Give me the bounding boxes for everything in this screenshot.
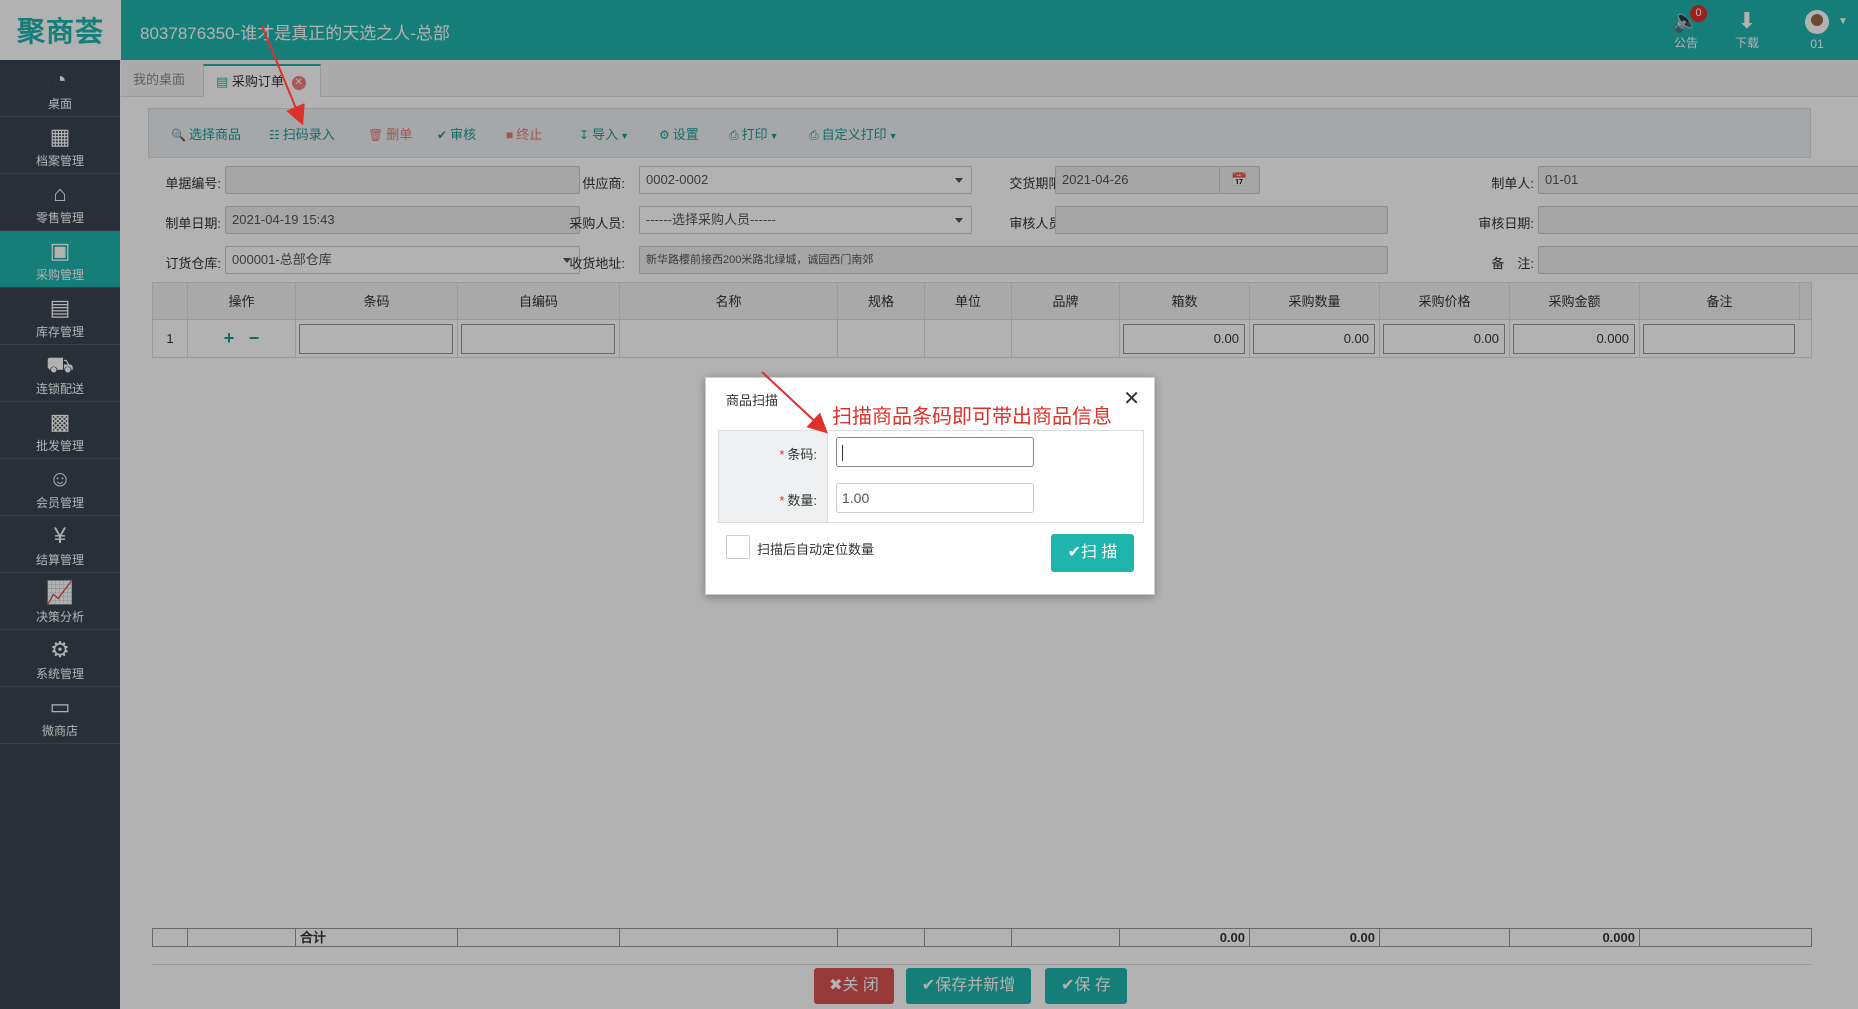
required-mark: * xyxy=(779,493,785,508)
auto-locate-label: 扫描后自动定位数量 xyxy=(757,542,875,557)
scan-button[interactable]: ✔扫 描 xyxy=(1051,534,1134,572)
scan-barcode-input[interactable] xyxy=(836,437,1034,467)
dialog-title: 商品扫描 xyxy=(726,393,779,408)
dialog-form: * 条码: * 数量: 1.00 xyxy=(718,430,1144,523)
close-icon[interactable]: ✕ xyxy=(1123,386,1140,411)
qty-label: * 数量: xyxy=(719,490,817,509)
label-text: 数量: xyxy=(787,493,817,508)
auto-locate-checkbox[interactable] xyxy=(726,535,750,559)
barcode-label: * 条码: xyxy=(719,444,817,463)
annotation-text: 扫描商品条码即可带出商品信息 xyxy=(832,406,1112,428)
label-text: 条码: xyxy=(787,447,817,462)
required-mark: * xyxy=(779,447,785,462)
scan-qty-input[interactable]: 1.00 xyxy=(836,483,1034,513)
text-cursor xyxy=(842,445,843,462)
check-icon: ✔ xyxy=(1067,544,1081,561)
button-label: 扫 描 xyxy=(1080,544,1118,561)
